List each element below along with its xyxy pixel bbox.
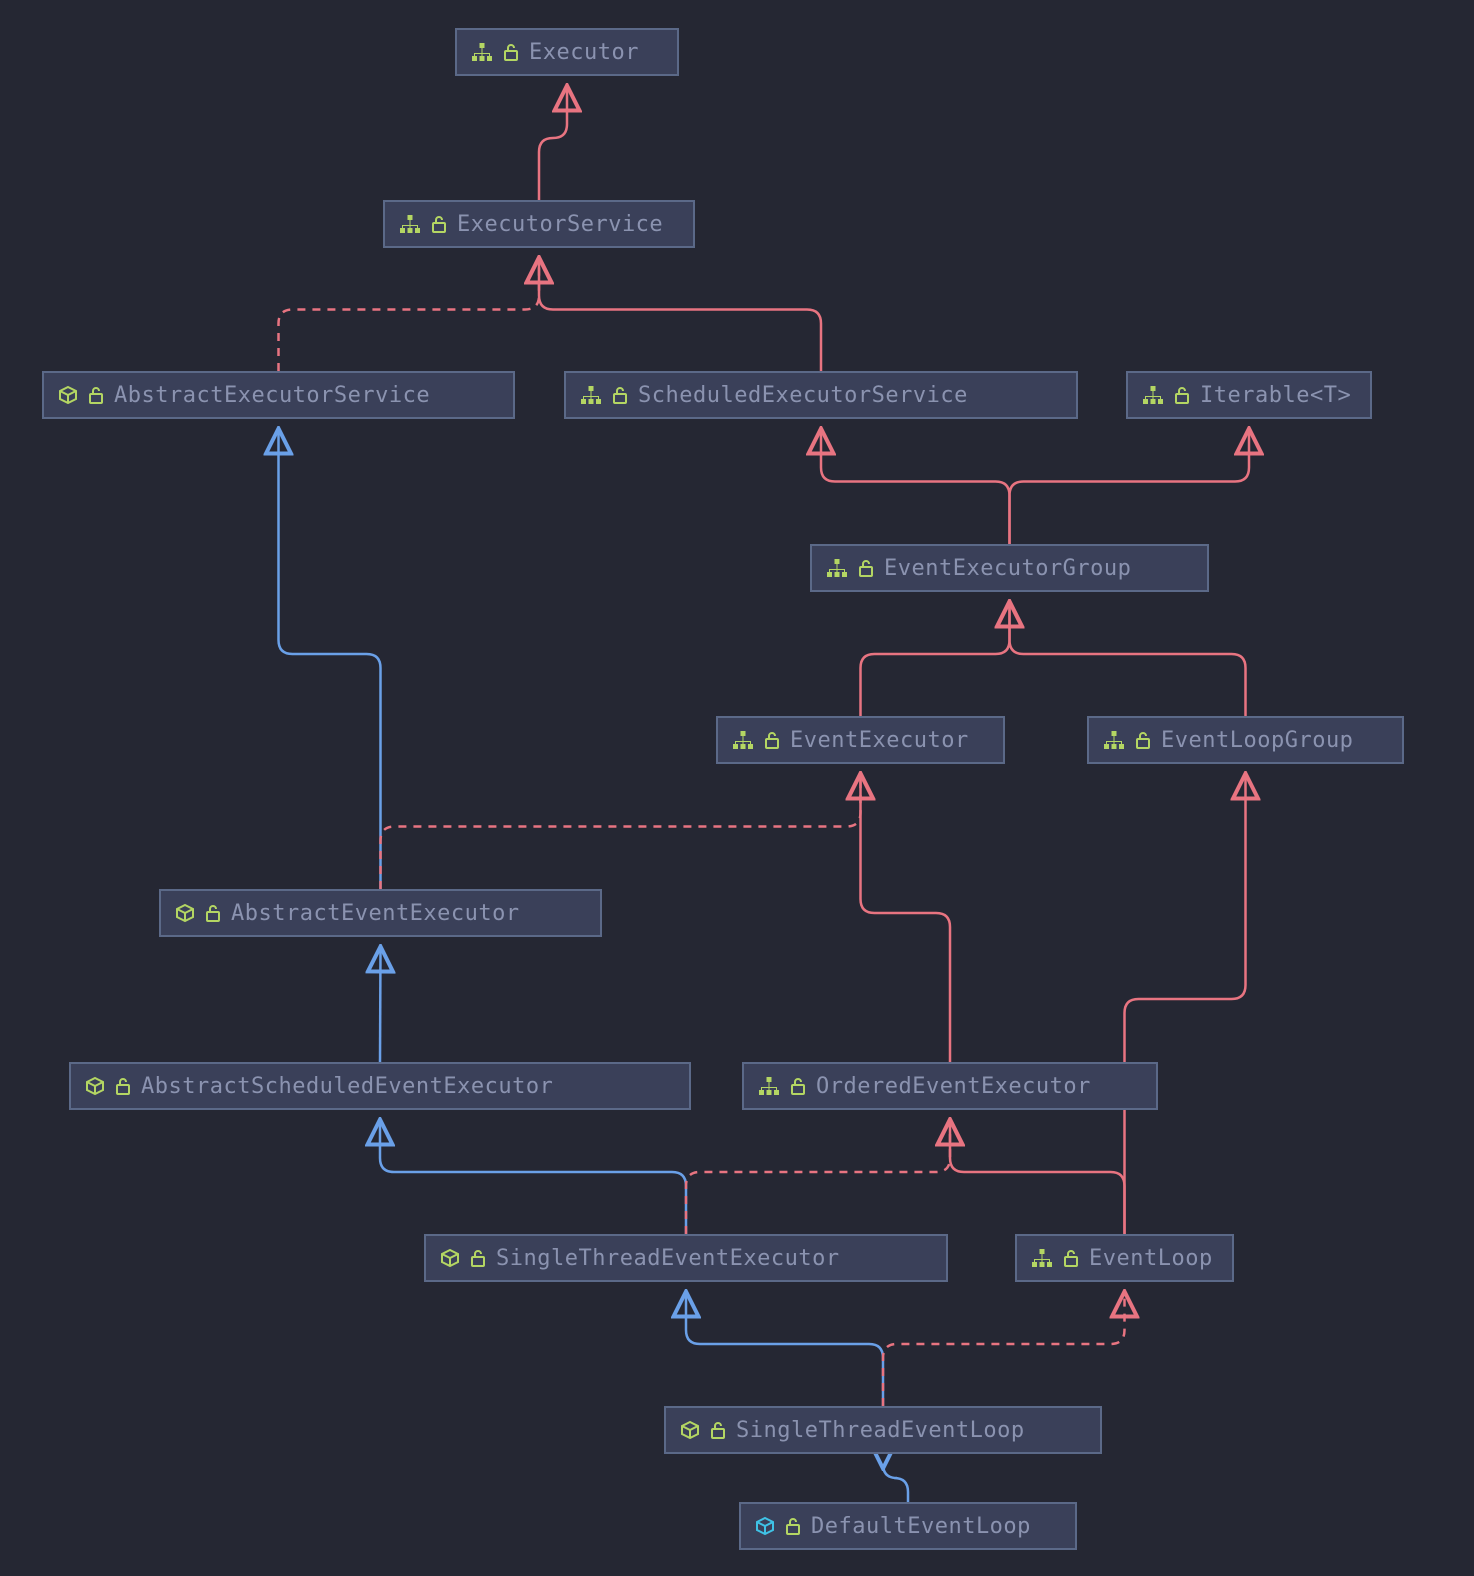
unlocked-icon — [431, 215, 447, 233]
node-DefaultEventLoop[interactable]: DefaultEventLoop — [739, 1502, 1077, 1550]
unlocked-icon — [790, 1077, 806, 1095]
node-EventExecutor[interactable]: EventExecutor — [716, 716, 1005, 764]
class-icon — [85, 1076, 105, 1096]
unlocked-icon — [764, 731, 780, 749]
edge-EventExecutor-EventExecutorGroup — [861, 604, 1010, 716]
node-label: ScheduledExecutorService — [638, 383, 968, 408]
unlocked-icon — [470, 1249, 486, 1267]
edge-ExecutorService-Executor — [539, 88, 567, 200]
node-label: AbstractExecutorService — [114, 383, 430, 408]
node-label: AbstractEventExecutor — [231, 901, 520, 926]
edge-EventLoopGroup-EventExecutorGroup — [1010, 604, 1246, 716]
node-label: AbstractScheduledEventExecutor — [141, 1074, 553, 1099]
class-icon — [440, 1248, 460, 1268]
class-icon — [755, 1516, 775, 1536]
node-SingleThreadEventExecutor[interactable]: SingleThreadEventExecutor — [424, 1234, 948, 1282]
node-label: SingleThreadEventLoop — [736, 1418, 1025, 1443]
edge-SingleThreadEventExecutor-AbstractScheduledEventExecutor — [380, 1122, 686, 1234]
edge-EventExecutorGroup-ScheduledExecutorService — [821, 431, 1010, 544]
edge-AbstractEventExecutor-EventExecutor — [381, 776, 861, 889]
unlocked-icon — [785, 1517, 801, 1535]
unlocked-icon — [115, 1077, 131, 1095]
class-icon — [175, 903, 195, 923]
edge-SingleThreadEventLoop-SingleThreadEventExecutor — [686, 1294, 883, 1406]
node-SingleThreadEventLoop[interactable]: SingleThreadEventLoop — [664, 1406, 1102, 1454]
unlocked-icon — [88, 386, 104, 404]
unlocked-icon — [1135, 731, 1151, 749]
edge-OrderedEventExecutor-EventExecutor — [861, 776, 951, 1062]
interface-icon — [580, 385, 602, 405]
interface-icon — [1031, 1248, 1053, 1268]
edge-DefaultEventLoop-SingleThreadEventLoop — [883, 1464, 908, 1502]
edge-EventExecutorGroup-Iterable — [1010, 431, 1250, 544]
interface-icon — [399, 214, 421, 234]
class-hierarchy-diagram: Executor ExecutorService AbstractExecuto… — [0, 0, 1474, 1576]
edge-AbstractEventExecutor-AbstractExecutorService — [279, 431, 381, 889]
edge-EventLoop-OrderedEventExecutor — [950, 1122, 1125, 1234]
node-label: DefaultEventLoop — [811, 1514, 1031, 1539]
node-AbstractEventExecutor[interactable]: AbstractEventExecutor — [159, 889, 602, 937]
node-Iterable[interactable]: Iterable<T> — [1126, 371, 1372, 419]
node-label: EventLoopGroup — [1161, 728, 1353, 753]
node-label: EventLoop — [1089, 1246, 1213, 1271]
node-label: SingleThreadEventExecutor — [496, 1246, 840, 1271]
interface-icon — [732, 730, 754, 750]
node-Executor[interactable]: Executor — [455, 28, 679, 76]
interface-icon — [1103, 730, 1125, 750]
node-EventLoopGroup[interactable]: EventLoopGroup — [1087, 716, 1404, 764]
unlocked-icon — [205, 904, 221, 922]
unlocked-icon — [612, 386, 628, 404]
node-label: EventExecutor — [790, 728, 969, 753]
node-AbstractScheduledEventExecutor[interactable]: AbstractScheduledEventExecutor — [69, 1062, 691, 1110]
node-OrderedEventExecutor[interactable]: OrderedEventExecutor — [742, 1062, 1158, 1110]
node-label: Executor — [529, 40, 639, 65]
unlocked-icon — [710, 1421, 726, 1439]
node-ExecutorService[interactable]: ExecutorService — [383, 200, 695, 248]
edge-SingleThreadEventExecutor-OrderedEventExecutor — [686, 1122, 950, 1234]
interface-icon — [758, 1076, 780, 1096]
interface-icon — [826, 558, 848, 578]
class-icon — [680, 1420, 700, 1440]
edge-AbstractExecutorService-ExecutorService — [279, 260, 540, 371]
node-label: ExecutorService — [457, 212, 663, 237]
edge-SingleThreadEventLoop-EventLoop — [883, 1294, 1125, 1406]
node-EventLoop[interactable]: EventLoop — [1015, 1234, 1234, 1282]
node-label: EventExecutorGroup — [884, 556, 1131, 581]
unlocked-icon — [1174, 386, 1190, 404]
node-label: Iterable<T> — [1200, 383, 1351, 408]
node-label: OrderedEventExecutor — [816, 1074, 1091, 1099]
unlocked-icon — [1063, 1249, 1079, 1267]
node-AbstractExecutorService[interactable]: AbstractExecutorService — [42, 371, 515, 419]
edges-layer — [0, 0, 1474, 1576]
node-ScheduledExecutorService[interactable]: ScheduledExecutorService — [564, 371, 1078, 419]
interface-icon — [471, 42, 493, 62]
interface-icon — [1142, 385, 1164, 405]
node-EventExecutorGroup[interactable]: EventExecutorGroup — [810, 544, 1209, 592]
edge-EventLoop-EventLoopGroup — [1125, 776, 1246, 1234]
edge-ScheduledExecutorService-ExecutorService — [539, 260, 821, 371]
class-icon — [58, 385, 78, 405]
unlocked-icon — [858, 559, 874, 577]
unlocked-icon — [503, 43, 519, 61]
edge-AbstractScheduledEventExecutor-AbstractEventExecutor — [380, 949, 381, 1062]
